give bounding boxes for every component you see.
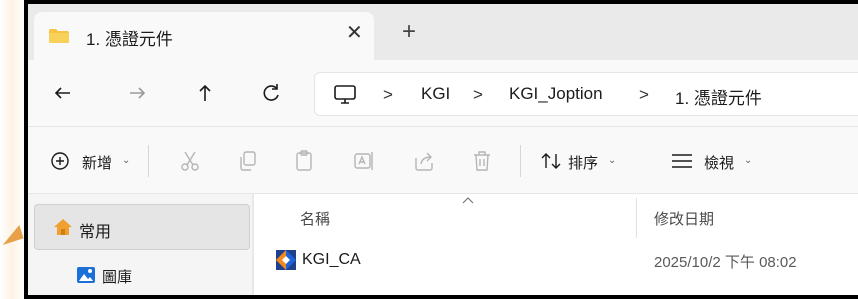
cut-icon[interactable] [178,149,202,173]
folder-icon [49,29,69,43]
breadcrumb-kgi[interactable]: KGI [421,84,450,104]
column-header-name[interactable]: 名稱 [300,208,330,229]
sidebar-item-gallery[interactable]: 圖庫 [34,258,250,292]
back-arrow-icon[interactable] [50,80,76,106]
address-bar[interactable]: > KGI > KGI_Joption > 1. 憑證元件 [314,72,858,116]
share-icon[interactable] [412,149,436,173]
new-tab-button[interactable]: + [402,20,416,44]
view-icon[interactable] [670,153,694,169]
paste-icon[interactable] [292,149,316,173]
refresh-icon[interactable] [258,80,284,106]
add-circle-icon[interactable] [50,151,70,171]
tab-bar: 1. 憑證元件 ✕ + [28,4,858,60]
gallery-icon [77,267,95,283]
breadcrumb-current-folder[interactable]: 1. 憑證元件 [675,84,762,109]
forward-arrow-icon[interactable] [124,80,150,106]
new-button[interactable]: 新增 [82,152,112,173]
sort-button[interactable]: 排序 [568,152,598,173]
sidebar-item-label: 常用 [79,224,112,241]
copy-icon[interactable] [236,149,260,173]
sidebar-item-home[interactable]: 常用 [34,204,250,250]
breadcrumb-separator[interactable]: > [473,85,483,105]
file-name: KGI_CA [302,251,361,268]
sidebar-item-label: 圖庫 [102,269,133,286]
breadcrumb-kgi-joption[interactable]: KGI_Joption [509,84,603,104]
file-explorer-window: 1. 憑證元件 ✕ + > KGI > KGI_Joption > 1. 憑證元… [24,0,858,299]
home-icon [54,219,72,235]
sort-icon[interactable] [540,151,562,171]
this-pc-icon[interactable] [333,84,357,106]
chevron-down-icon[interactable]: ⌄ [744,155,752,166]
column-header-date-modified[interactable]: 修改日期 [654,208,714,229]
tab-title: 1. 憑證元件 [86,30,173,49]
breadcrumb-separator[interactable]: > [639,85,649,105]
command-toolbar: 新增 ⌄ 排序 ⌄ 檢視 ⌄ [28,126,858,194]
breadcrumb-separator[interactable]: > [383,85,393,105]
file-row[interactable]: KGI_CA 2025/10/2 下午 08:02 [256,244,858,280]
chevron-down-icon[interactable]: ⌄ [608,155,616,166]
up-arrow-icon[interactable] [192,80,218,106]
view-button[interactable]: 檢視 [704,152,734,173]
sort-ascending-icon [462,197,474,204]
rename-icon[interactable] [352,149,376,173]
app-shortcut-icon [276,250,296,270]
chevron-down-icon[interactable]: ⌄ [122,155,130,166]
delete-icon[interactable] [470,149,494,173]
toolbar-divider [520,145,521,177]
file-date-modified: 2025/10/2 下午 08:02 [654,254,797,271]
tab-close-button[interactable]: ✕ [346,23,363,43]
navigation-pane: 常用 圖庫 [28,194,252,295]
file-list: 名稱 修改日期 KGI_CA 2025/10/2 下午 08:02 [252,194,858,295]
column-divider [636,198,637,238]
pane-divider [252,194,254,295]
toolbar-divider [148,145,149,177]
tab-current-folder[interactable]: 1. 憑證元件 ✕ [34,12,374,60]
navigation-bar: > KGI > KGI_Joption > 1. 憑證元件 [28,60,858,126]
